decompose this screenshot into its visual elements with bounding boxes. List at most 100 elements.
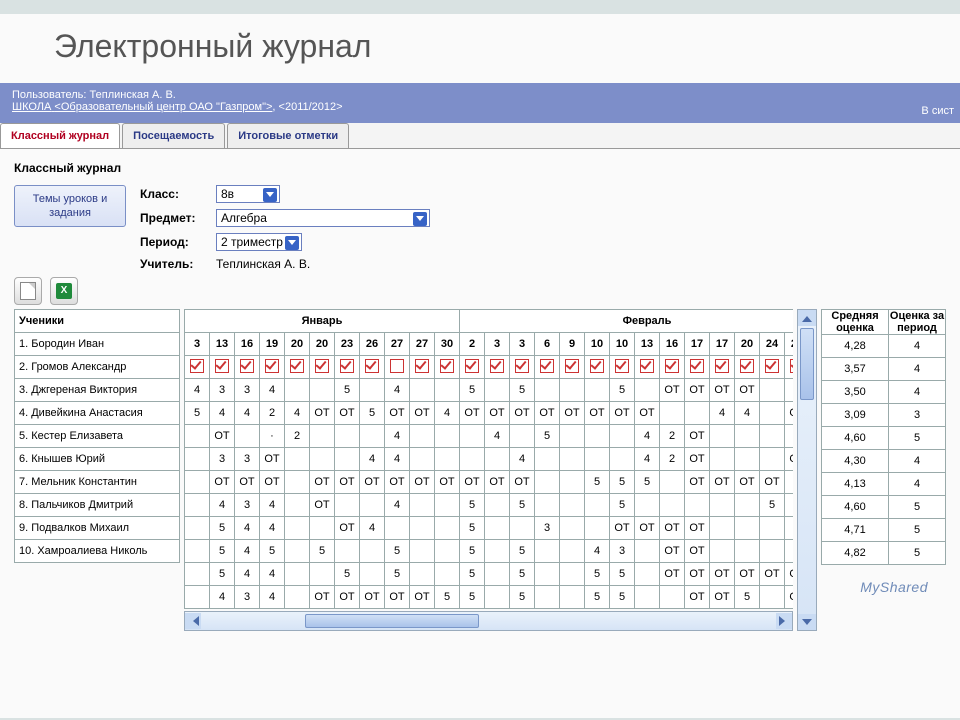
grade-cell[interactable] <box>735 517 760 540</box>
grade-cell[interactable]: ОТ <box>710 586 735 609</box>
grade-cell[interactable]: ОТ <box>510 402 535 425</box>
grade-cell[interactable]: 4 <box>260 494 285 517</box>
grade-cell[interactable]: 5 <box>585 586 610 609</box>
grade-cell[interactable]: 3 <box>210 379 235 402</box>
grade-cell[interactable] <box>660 494 685 517</box>
grade-cell[interactable] <box>760 425 785 448</box>
grade-cell[interactable] <box>535 448 560 471</box>
grade-cell[interactable] <box>360 563 385 586</box>
grade-cell[interactable] <box>285 471 310 494</box>
grade-cell[interactable] <box>610 425 635 448</box>
grade-cell[interactable] <box>410 517 435 540</box>
grade-cell[interactable] <box>760 448 785 471</box>
day-checkbox[interactable] <box>735 356 760 379</box>
grade-cell[interactable] <box>285 540 310 563</box>
grade-cell[interactable]: ОТ <box>310 402 335 425</box>
grade-cell[interactable]: ОТ <box>685 586 710 609</box>
grade-cell[interactable] <box>785 425 794 448</box>
grade-cell[interactable]: ОТ <box>585 402 610 425</box>
horizontal-scrollbar[interactable] <box>184 611 793 631</box>
day-header[interactable]: 3 <box>185 333 210 356</box>
subject-select[interactable]: Алгебра <box>216 209 430 227</box>
grade-cell[interactable]: 4 <box>235 517 260 540</box>
grade-cell[interactable]: 4 <box>235 563 260 586</box>
grade-cell[interactable]: 4 <box>635 448 660 471</box>
grade-cell[interactable] <box>510 517 535 540</box>
grade-cell[interactable] <box>285 563 310 586</box>
grade-cell[interactable]: 3 <box>235 379 260 402</box>
grade-cell[interactable] <box>310 425 335 448</box>
grade-cell[interactable]: ОТ <box>360 471 385 494</box>
grade-cell[interactable]: ОТ <box>335 586 360 609</box>
grade-cell[interactable]: 5 <box>610 471 635 494</box>
grade-cell[interactable] <box>735 540 760 563</box>
scroll-left-button[interactable] <box>185 613 201 629</box>
grade-cell[interactable] <box>310 448 335 471</box>
grade-cell[interactable]: 3 <box>210 448 235 471</box>
grade-cell[interactable] <box>785 379 794 402</box>
grade-cell[interactable]: ОТ <box>360 586 385 609</box>
horizontal-scroll-thumb[interactable] <box>305 614 480 628</box>
grade-cell[interactable] <box>735 425 760 448</box>
grade-cell[interactable]: 2 <box>660 425 685 448</box>
grade-cell[interactable]: ОТ <box>785 448 794 471</box>
grade-cell[interactable] <box>635 563 660 586</box>
day-checkbox[interactable] <box>485 356 510 379</box>
grade-cell[interactable] <box>585 517 610 540</box>
grade-cell[interactable] <box>360 494 385 517</box>
day-checkbox[interactable] <box>560 356 585 379</box>
grade-cell[interactable] <box>735 448 760 471</box>
grade-cell[interactable] <box>760 402 785 425</box>
grade-cell[interactable] <box>635 586 660 609</box>
grade-cell[interactable]: ОТ <box>660 563 685 586</box>
grade-cell[interactable] <box>560 471 585 494</box>
grade-cell[interactable]: 4 <box>385 379 410 402</box>
grade-cell[interactable] <box>560 494 585 517</box>
grade-cell[interactable]: ОТ <box>535 402 560 425</box>
grade-cell[interactable]: ОТ <box>260 471 285 494</box>
grade-cell[interactable]: ОТ <box>335 402 360 425</box>
grade-cell[interactable] <box>185 517 210 540</box>
student-row[interactable]: 5. Кестер Елизавета <box>15 425 180 448</box>
grade-cell[interactable]: ОТ <box>385 402 410 425</box>
grade-cell[interactable]: 4 <box>235 402 260 425</box>
grade-cell[interactable] <box>310 563 335 586</box>
grade-cell[interactable]: 5 <box>610 563 635 586</box>
day-header[interactable]: 24 <box>785 333 794 356</box>
grade-cell[interactable] <box>485 517 510 540</box>
grade-cell[interactable]: 4 <box>185 379 210 402</box>
grade-cell[interactable]: 5 <box>610 586 635 609</box>
student-row[interactable]: 6. Кнышев Юрий <box>15 448 180 471</box>
grade-cell[interactable] <box>185 494 210 517</box>
grade-cell[interactable]: 4 <box>585 540 610 563</box>
day-checkbox[interactable] <box>435 356 460 379</box>
grade-cell[interactable] <box>660 586 685 609</box>
grade-cell[interactable]: 5 <box>310 540 335 563</box>
grade-cell[interactable]: 5 <box>635 471 660 494</box>
grade-cell[interactable] <box>360 540 385 563</box>
grade-cell[interactable]: 5 <box>260 540 285 563</box>
grade-cell[interactable]: 5 <box>510 379 535 402</box>
grade-cell[interactable]: ОТ <box>335 471 360 494</box>
day-header[interactable]: 23 <box>335 333 360 356</box>
student-row[interactable]: 3. Джгереная Виктория <box>15 379 180 402</box>
grade-cell[interactable]: 4 <box>260 563 285 586</box>
grade-cell[interactable]: ОТ <box>685 471 710 494</box>
grade-cell[interactable] <box>585 448 610 471</box>
grade-cell[interactable] <box>760 517 785 540</box>
grade-cell[interactable]: 4 <box>385 494 410 517</box>
grade-cell[interactable]: 5 <box>460 563 485 586</box>
grade-cell[interactable] <box>785 471 794 494</box>
grade-cell[interactable] <box>760 586 785 609</box>
day-checkbox[interactable] <box>460 356 485 379</box>
grade-cell[interactable]: ОТ <box>660 540 685 563</box>
vertical-scroll-thumb[interactable] <box>800 328 814 400</box>
day-checkbox[interactable] <box>685 356 710 379</box>
grade-cell[interactable]: ОТ <box>710 471 735 494</box>
grade-cell[interactable]: ОТ <box>635 517 660 540</box>
grade-cell[interactable] <box>560 448 585 471</box>
grade-cell[interactable]: ОТ <box>660 517 685 540</box>
grade-cell[interactable]: ОТ <box>210 471 235 494</box>
grade-cell[interactable]: ОТ <box>685 517 710 540</box>
day-header[interactable]: 19 <box>260 333 285 356</box>
